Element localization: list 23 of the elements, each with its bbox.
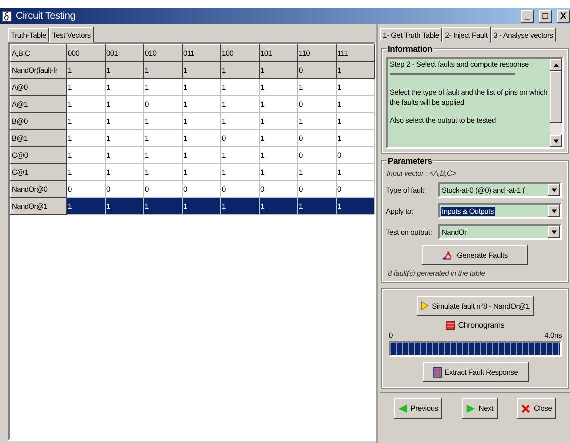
right-arrow-icon — [466, 404, 476, 414]
minimize-button[interactable]: _ — [521, 10, 534, 22]
up-arrow-icon — [552, 62, 560, 68]
play-icon — [421, 301, 430, 311]
maximize-button[interactable]: □ — [539, 10, 552, 22]
dropdown-arrow-icon — [550, 208, 558, 214]
dropdown-arrow-icon — [550, 228, 558, 236]
wand-icon — [442, 249, 454, 261]
grid-icon — [432, 366, 442, 378]
app-icon — [2, 10, 12, 22]
chart-icon — [446, 321, 456, 330]
down-arrow-icon — [552, 138, 560, 144]
scroll-up-button[interactable] — [550, 59, 562, 71]
dropdown-arrow-icon — [550, 186, 558, 194]
chronograms-label: Chronograms — [458, 321, 505, 330]
left-arrow-icon — [398, 404, 408, 414]
group-title: Information — [388, 44, 433, 54]
close-icon — [521, 404, 532, 414]
scroll-down-button[interactable] — [550, 135, 562, 147]
window-title: Circuit Testing — [16, 10, 77, 22]
close-button[interactable]: X — [557, 10, 570, 22]
scrollbar-thumb[interactable] — [550, 71, 562, 123]
group-title: Parameters — [388, 156, 432, 166]
